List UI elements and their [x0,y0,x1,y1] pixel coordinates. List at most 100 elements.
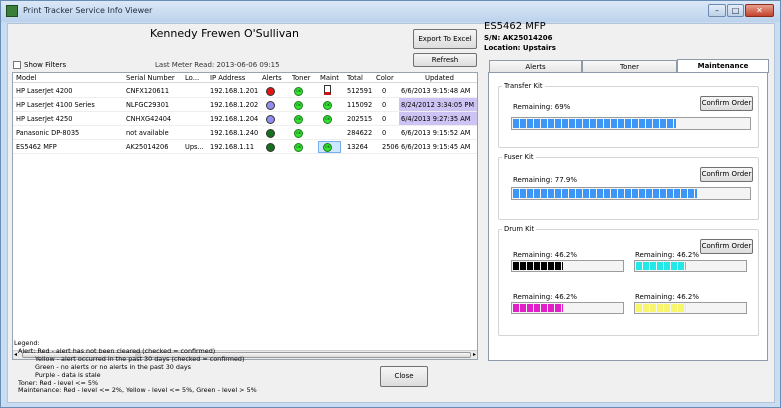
cell-updated: 6/4/2013 9:27:35 AM [401,115,471,123]
drum-confirm-order-button[interactable]: Confirm Order [700,239,753,254]
customer-name: Kennedy Frewen O'Sullivan [150,27,299,40]
cell-color: 0 [382,115,387,123]
drum-yellow-bar [634,302,747,314]
legend-maintenance: Maintenance: Red - level <= 2%, Yellow -… [18,386,257,395]
maint-low-icon[interactable] [324,85,331,95]
app-window: Print Tracker Service Info Viewer – □ ✕ … [0,0,781,408]
alert-status-icon[interactable] [266,115,275,124]
maint-ok-icon[interactable]: OK [323,115,332,124]
drum-black-remaining: Remaining: 46.2% [513,251,577,259]
transfer-confirm-order-button[interactable]: Confirm Order [700,96,753,111]
toner-ok-icon: OK [294,115,303,124]
minimize-button[interactable]: – [708,4,726,17]
cell-model: ES5462 MFP [16,143,57,151]
cell-total: 512591 [347,87,373,95]
cell-location: Ups... [185,143,204,151]
title-bar[interactable]: Print Tracker Service Info Viewer – □ ✕ [1,1,780,22]
transfer-level-fill [513,119,676,128]
show-filters-label: Show Filters [24,61,67,69]
cell-color: 0 [382,101,387,109]
alert-status-icon[interactable] [266,87,275,96]
refresh-button[interactable]: Refresh [413,53,477,67]
cell-updated: 6/6/2013 9:15:52 AM [401,129,471,137]
alert-status-icon[interactable] [266,143,275,152]
window-title: Print Tracker Service Info Viewer [23,6,153,15]
cell-ip: 192.168.1.202 [210,101,259,109]
close-button[interactable]: Close [380,366,428,387]
cell-model: Panasonic DP-8035 [16,129,80,137]
device-location: Location: Upstairs [484,44,556,52]
cell-serial: AK25014206 [126,143,169,151]
table-row[interactable]: HP LaserJet 4250 CNHXG42404 192.168.1.204 O… [13,112,477,126]
cell-total: 13264 [347,143,368,151]
maintenance-panel: Transfer Kit Remaining: 69% Confirm Orde… [488,72,768,361]
drum-magenta-bar [511,302,624,314]
alert-status-icon[interactable] [266,101,275,110]
device-name: ES5462 MFP [484,21,546,32]
cell-model: HP LaserJet 4200 [16,87,73,95]
table-header: Model Serial Number Lo... IP Address Ale… [13,73,477,83]
transfer-level-bar [511,117,751,130]
table-row[interactable]: Panasonic DP-8035 not available 192.168.1.… [13,126,477,140]
transfer-kit-group: Transfer Kit Remaining: 69% Confirm Orde… [498,82,759,148]
col-toner[interactable]: Toner [292,74,310,82]
cell-color: 2506 [382,143,399,151]
transfer-kit-title: Transfer Kit [502,82,545,90]
maint-ok-icon[interactable]: OK [323,143,332,152]
drum-magenta-fill [513,304,563,312]
toner-ok-icon: OK [294,129,303,138]
cell-ip: 192.168.1.11 [210,143,255,151]
cell-total: 284622 [347,129,373,137]
last-meter-read: Last Meter Read: 2013-06-06 09:15 [155,61,280,69]
cell-updated: 6/6/2013 9:15:48 AM [401,87,471,95]
cell-serial: CNFX120611 [126,87,170,95]
cell-updated: 6/6/2013 9:15:45 AM [401,143,471,151]
client-area: Kennedy Frewen O'Sullivan Show Filters L… [7,21,775,403]
tab-maintenance[interactable]: Maintenance [677,59,769,73]
export-excel-button[interactable]: Export To Excel [413,29,477,49]
col-maint[interactable]: Maint [320,74,339,82]
table-row[interactable]: HP LaserJet 4200 CNFX120611 192.168.1.201 O… [13,84,477,98]
cell-serial: NLFGC29301 [126,101,170,109]
show-filters-checkbox[interactable] [13,61,21,69]
col-color[interactable]: Color [376,74,394,82]
cell-model: HP LaserJet 4100 Series [16,101,95,109]
cell-ip: 192.168.1.240 [210,129,259,137]
cell-serial: not available [126,129,169,137]
scroll-right-arrow[interactable]: ▸ [473,351,476,358]
fuser-level-bar [511,187,751,200]
drum-yellow-fill [636,304,686,312]
close-window-button[interactable]: ✕ [745,4,774,17]
drum-kit-title: Drum Kit [502,225,537,233]
cell-serial: CNHXG42404 [126,115,172,123]
toner-ok-icon: OK [294,143,303,152]
col-ip[interactable]: IP Address [210,74,245,82]
table-row[interactable]: HP LaserJet 4100 Series NLFGC29301 192.168… [13,98,477,112]
drum-black-bar [511,260,624,272]
table-row[interactable]: ES5462 MFP AK25014206 Ups... 192.168.1.11 OK… [13,140,477,154]
cell-ip: 192.168.1.201 [210,87,259,95]
drum-cyan-bar [634,260,747,272]
fuser-confirm-order-button[interactable]: Confirm Order [700,167,753,182]
device-serial: S/N: AK25014206 [484,34,553,42]
maint-ok-icon[interactable]: OK [323,101,332,110]
maximize-button[interactable]: □ [727,4,744,17]
col-updated[interactable]: Updated [425,74,454,82]
alert-status-icon[interactable] [266,129,275,138]
fuser-level-fill [513,189,697,198]
toner-ok-icon: OK [294,101,303,110]
toner-ok-icon: OK [294,87,303,96]
cell-total: 115092 [347,101,373,109]
col-alerts[interactable]: Alerts [262,74,282,82]
col-total[interactable]: Total [347,74,363,82]
cell-total: 202515 [347,115,373,123]
col-serial[interactable]: Serial Number [126,74,175,82]
fuser-kit-group: Fuser Kit Remaining: 77.9% Confirm Order [498,153,759,220]
transfer-remaining: Remaining: 69% [513,103,571,111]
col-model[interactable]: Model [16,74,36,82]
cell-color: 0 [382,87,387,95]
fuser-remaining: Remaining: 77.9% [513,176,577,184]
col-location[interactable]: Lo... [185,74,199,82]
cell-ip: 192.168.1.204 [210,115,259,123]
device-table: Model Serial Number Lo... IP Address Ale… [12,72,478,360]
